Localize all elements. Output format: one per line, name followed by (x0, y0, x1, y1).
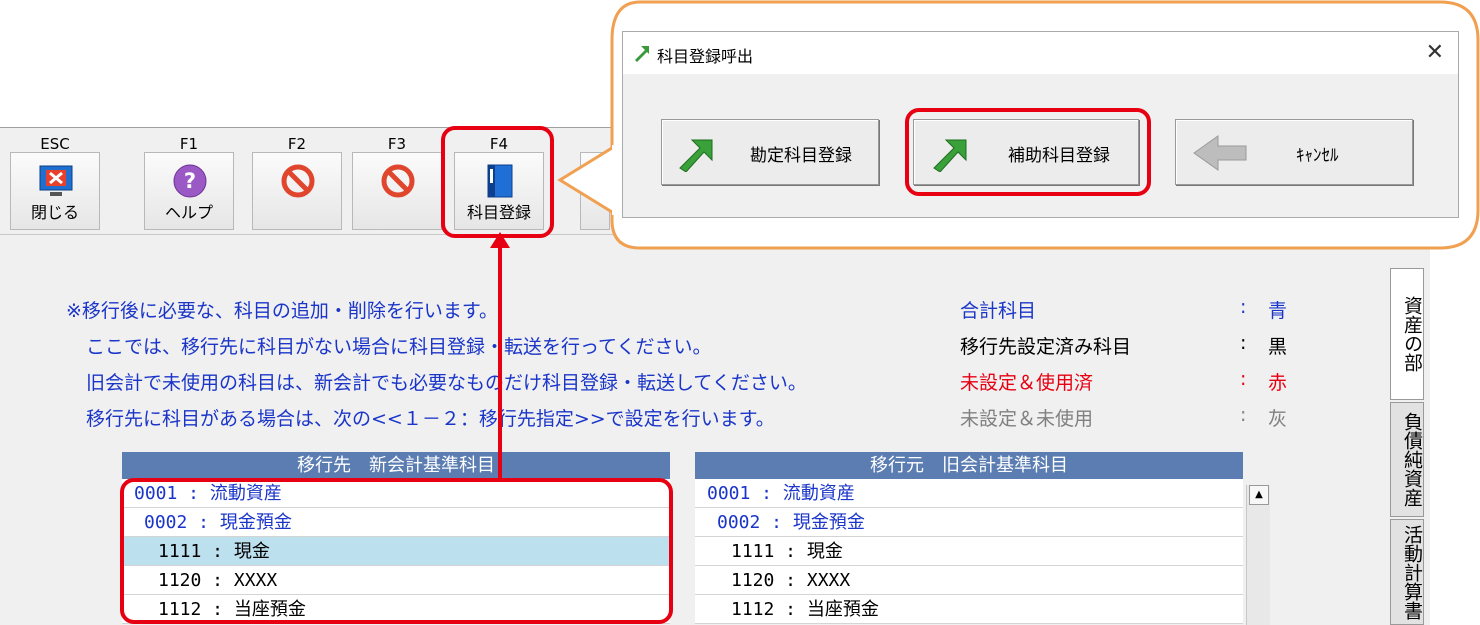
table-row[interactable]: 0001 : 流動資産 (695, 479, 1243, 508)
cancel-button-label: ｷｬﾝｾﾙ (1296, 146, 1339, 166)
table-row[interactable]: 1120 : XXXX (695, 566, 1243, 595)
tab-liabilities-net-assets[interactable]: 負債純資産 (1390, 402, 1424, 517)
legend-set-name: 移行先設定済み科目 (960, 336, 1132, 358)
sub-account-highlight-frame (905, 108, 1151, 196)
back-arrow-icon (1193, 135, 1247, 171)
dialog-titlebar: 科目登録呼出 ✕ (623, 32, 1458, 74)
fkey-esc-key: ESC (40, 135, 70, 153)
table-row[interactable]: 0002 : 現金預金 (695, 508, 1243, 537)
green-arrow-icon (679, 139, 713, 172)
row-text: 0002 : 現金預金 (717, 512, 865, 533)
close-window-icon (39, 165, 73, 196)
legend-set-colon: : (1240, 332, 1247, 354)
f3-disabled-button[interactable] (352, 152, 442, 230)
help-icon: ? (173, 164, 207, 198)
fkey-esc: ESC 閉じる (8, 128, 102, 235)
instruction-line-1: ※移行後に必要な、科目の追加・削除を行います。 (66, 300, 499, 322)
source-account-table: 移行元 旧会計基準科目 0001 : 流動資産 0002 : 現金預金 1111… (695, 452, 1243, 624)
general-account-register-button[interactable]: 勘定科目登録 (661, 119, 879, 185)
legend-unset-used-name: 未設定＆使用済 (960, 372, 1094, 394)
close-icon[interactable]: ✕ (1426, 40, 1444, 65)
legend-total-value: 青 (1268, 300, 1288, 322)
legend-unset-unused-name: 未設定＆未使用 (960, 408, 1094, 430)
fkey-f1-key: F1 (179, 135, 199, 153)
destination-table-header: 移行先 新会計基準科目 (122, 452, 670, 479)
fkey-f2-key: F2 (287, 135, 307, 153)
instruction-line-3: 旧会計で未使用の科目は、新会計でも必要なものだけ科目登録・転送してください。 (86, 372, 807, 394)
fkey-f1: F1 ? ヘルプ (142, 128, 236, 235)
fkey-f2: F2 (250, 128, 344, 235)
up-arrow-icon (490, 232, 510, 482)
row-text: 1111 : 現金 (731, 541, 843, 562)
dialog-title: 科目登録呼出 (657, 47, 754, 66)
legend-unset-unused-value: 灰 (1268, 408, 1288, 430)
table-row[interactable]: 1112 : 当座預金 (695, 595, 1243, 624)
help-button-label: ヘルプ (164, 203, 213, 222)
legend-unset-used-colon: : (1240, 368, 1247, 390)
table-row[interactable]: 1111 : 現金 (695, 537, 1243, 566)
row-text: 1112 : 当座預金 (731, 599, 879, 620)
tab-assets[interactable]: 資産の部 (1390, 268, 1424, 400)
list-highlight-frame (120, 478, 673, 624)
legend-unset-unused-colon: : (1240, 404, 1247, 426)
row-text: 1120 : XXXX (731, 570, 851, 591)
instruction-line-4: 移行先に科目がある場合は、次の<<１－２：移行先指定>>で設定を行います。 (86, 408, 775, 430)
f2-disabled-button[interactable] (252, 152, 342, 230)
legend-set-value: 黒 (1268, 336, 1288, 358)
legend-total-colon: : (1240, 296, 1247, 318)
close-button[interactable]: 閉じる (10, 152, 100, 230)
svg-text:?: ? (184, 169, 196, 193)
fkey-f3-key: F3 (387, 135, 407, 153)
f4-highlight-frame (441, 126, 554, 238)
legend-total-name: 合計科目 (960, 300, 1037, 322)
legend-unset-used-value: 赤 (1268, 372, 1288, 394)
instruction-line-2: ここでは、移行先に科目がない場合に科目登録・転送を行ってください。 (86, 336, 712, 358)
scroll-up-arrow-icon[interactable]: ▲ (1249, 485, 1269, 505)
prohibited-icon (281, 164, 315, 198)
cancel-button[interactable]: ｷｬﾝｾﾙ (1175, 119, 1413, 185)
help-button[interactable]: ? ヘルプ (144, 152, 234, 230)
row-text: 0001 : 流動資産 (707, 483, 855, 504)
app-arrow-icon (635, 46, 649, 62)
tab-activity-statement[interactable]: 活動計算書 (1390, 519, 1424, 625)
fkey-f3: F3 (350, 128, 444, 235)
source-table-scrollbar[interactable]: ▲ (1246, 485, 1270, 625)
prohibited-icon (381, 164, 415, 198)
callout-pointer (557, 145, 616, 215)
close-button-label: 閉じる (30, 203, 79, 222)
general-account-register-label: 勘定科目登録 (750, 146, 852, 166)
source-table-header: 移行元 旧会計基準科目 (695, 452, 1243, 479)
